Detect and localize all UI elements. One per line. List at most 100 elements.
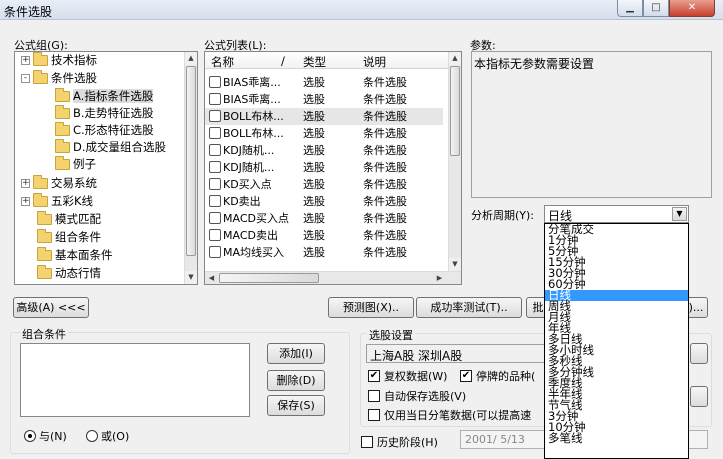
option-label: 停牌的品种( — [476, 370, 536, 383]
tree-item[interactable]: C.形态特征选股 — [55, 122, 154, 139]
markets-box[interactable]: 上海A股 深圳A股 — [366, 344, 546, 363]
save-button[interactable]: 保存(S) — [267, 395, 325, 416]
combo-list[interactable] — [20, 343, 250, 417]
formula-row[interactable]: BOLL布林... 选股 条件选股 — [205, 108, 443, 125]
tree-item[interactable]: + 五彩K线 — [21, 193, 93, 210]
formula-list[interactable]: 名称 / 类型 说明 BIAS乖离... 选股 条件选股 BIAS乖离... 选股 条件选… — [204, 51, 462, 285]
tree-item-label: 五彩K线 — [51, 194, 94, 208]
advanced-button[interactable]: 高级(A) <<< — [13, 297, 89, 318]
close-icon[interactable]: ✕ — [669, 0, 715, 17]
add-button[interactable]: 添加(I) — [267, 343, 325, 364]
tree-item[interactable]: 动态行情 — [37, 265, 101, 282]
formula-row[interactable]: KD卖出 选股 条件选股 — [205, 193, 443, 210]
preview-button[interactable]: 预测图(X).. — [328, 297, 414, 318]
radio-or-label: 或(O) — [101, 430, 130, 443]
formula-row[interactable]: BIAS乖离... 选股 条件选股 — [205, 91, 443, 108]
formula-row[interactable]: MACD卖出 选股 条件选股 — [205, 227, 443, 244]
scroll-up-icon[interactable]: ▲ — [449, 52, 461, 65]
formula-desc: 条件选股 — [363, 246, 407, 259]
maximize-icon[interactable]: □ — [643, 0, 669, 17]
option-tick-data[interactable]: 仅用当日分笔数据(可以提高速 — [368, 407, 531, 423]
formula-row[interactable]: MACD买入点 选股 条件选股 — [205, 210, 443, 227]
formula-row[interactable]: KD买入点 选股 条件选股 — [205, 176, 443, 193]
formula-row[interactable]: BOLL布林... 选股 条件选股 — [205, 125, 443, 142]
col-desc[interactable]: 说明 — [363, 54, 386, 70]
tree-item[interactable]: B.走势特征选股 — [55, 105, 154, 122]
radio-and[interactable]: 与(N) — [24, 428, 67, 444]
period-select[interactable]: 日线 ▼ — [544, 205, 689, 223]
formula-name-cell: KD买入点 — [209, 176, 272, 193]
tree-item[interactable]: 组合条件 — [37, 229, 101, 246]
minimize-icon[interactable]: ▁ — [617, 0, 643, 17]
tree-item[interactable]: + 技术指标 — [21, 52, 97, 69]
col-sort-icon[interactable]: / — [281, 54, 285, 68]
radio-or[interactable]: 或(O) — [86, 428, 129, 444]
tree-item[interactable]: 模式匹配 — [37, 211, 101, 228]
formula-name: KD卖出 — [223, 195, 261, 208]
scroll-down-icon[interactable]: ▼ — [185, 271, 197, 284]
tree-item[interactable]: + 交易系统 — [21, 175, 97, 192]
expand-icon[interactable]: + — [21, 179, 30, 188]
formula-desc: 条件选股 — [363, 195, 407, 208]
formula-row[interactable]: BIAS乖离... 选股 条件选股 — [205, 74, 443, 91]
history-date-value: 2001/ 5/13 — [465, 433, 525, 446]
chevron-down-icon[interactable]: ▼ — [672, 207, 687, 221]
settings-title: 选股设置 — [367, 327, 415, 343]
list-vscroll[interactable]: ▲ ▼ — [448, 52, 461, 271]
formula-icon — [209, 93, 221, 105]
expand-icon[interactable]: + — [21, 197, 30, 206]
success-test-button[interactable]: 成功率测试(T).. — [416, 297, 522, 318]
formula-name-cell: BIAS乖离... — [209, 74, 281, 91]
scroll-up-icon[interactable]: ▲ — [185, 52, 197, 65]
tree-vscroll[interactable]: ▲ ▼ — [184, 52, 197, 284]
tree-item-label: 模式匹配 — [55, 212, 101, 226]
option-restore[interactable]: ✔ 复权数据(W) — [368, 368, 447, 384]
option-suspended[interactable]: ✔ 停牌的品种( — [460, 368, 535, 384]
tree-item[interactable]: A.指标条件选股 — [55, 88, 154, 105]
formula-icon — [209, 110, 221, 122]
delete-button[interactable]: 删除(D) — [267, 370, 325, 391]
history-date-end[interactable] — [686, 430, 708, 449]
tree-item[interactable]: 例子 — [55, 156, 96, 173]
formula-row[interactable]: KDJ随机... 选股 条件选股 — [205, 159, 443, 176]
markets-button[interactable] — [690, 343, 708, 364]
tree-item-label: 动态行情 — [55, 266, 101, 280]
formula-group-tree[interactable]: + 技术指标 - 条件选股 A.指标条件选股 B.走势特征选股 C.形态特征选股 D.成交量组… — [14, 51, 198, 285]
folder-icon — [37, 211, 52, 225]
hscroll-thumb[interactable] — [219, 273, 319, 283]
folder-icon — [33, 52, 48, 66]
tree-item[interactable]: 基本面条件 — [37, 247, 113, 264]
tree-item-label: 例子 — [73, 157, 96, 171]
col-type[interactable]: 类型 — [303, 54, 326, 70]
tree-item[interactable]: - 条件选股 — [21, 70, 97, 87]
formula-name: MACD卖出 — [223, 229, 278, 242]
formula-row[interactable]: MA均线买入 选股 条件选股 — [205, 244, 443, 261]
collapse-icon[interactable]: - — [21, 74, 30, 83]
history-checkbox[interactable]: 历史阶段(H) — [361, 434, 438, 450]
expand-icon[interactable]: + — [21, 56, 30, 65]
formula-desc: 条件选股 — [363, 212, 407, 225]
formula-type: 选股 — [303, 127, 325, 140]
settings-button[interactable] — [690, 386, 708, 407]
option-autosave[interactable]: 自动保存选股(V) — [368, 388, 466, 404]
period-dropdown[interactable]: 分笔成交 1分钟 5分钟 15分钟 30分钟 60分钟 日线 周线 月线 年线 多日线 多小时线 多秒线… — [544, 223, 689, 459]
period-option[interactable]: 多笔线 — [545, 432, 688, 444]
scroll-right-icon[interactable]: ▶ — [433, 272, 446, 284]
scroll-thumb[interactable] — [186, 66, 196, 256]
tree-item[interactable]: D.成交量组合选股 — [55, 139, 166, 156]
formula-desc: 条件选股 — [363, 76, 407, 89]
folder-icon — [55, 122, 70, 136]
formula-row[interactable]: KDJ随机... 选股 条件选股 — [205, 142, 443, 159]
history-date[interactable]: 2001/ 5/13 — [460, 430, 546, 449]
scroll-thumb[interactable] — [450, 66, 460, 156]
formula-name-cell: BOLL布林... — [209, 108, 284, 125]
formula-name: KDJ随机... — [223, 144, 275, 157]
col-name[interactable]: 名称 — [211, 54, 234, 70]
formula-name-cell: KD卖出 — [209, 193, 261, 210]
formula-desc: 条件选股 — [363, 93, 407, 106]
formula-icon — [209, 229, 221, 241]
scroll-left-icon[interactable]: ◀ — [205, 272, 218, 284]
formula-name: KD买入点 — [223, 178, 272, 191]
list-hscroll[interactable]: ◀ ▶ — [205, 271, 461, 284]
scroll-down-icon[interactable]: ▼ — [449, 258, 461, 271]
